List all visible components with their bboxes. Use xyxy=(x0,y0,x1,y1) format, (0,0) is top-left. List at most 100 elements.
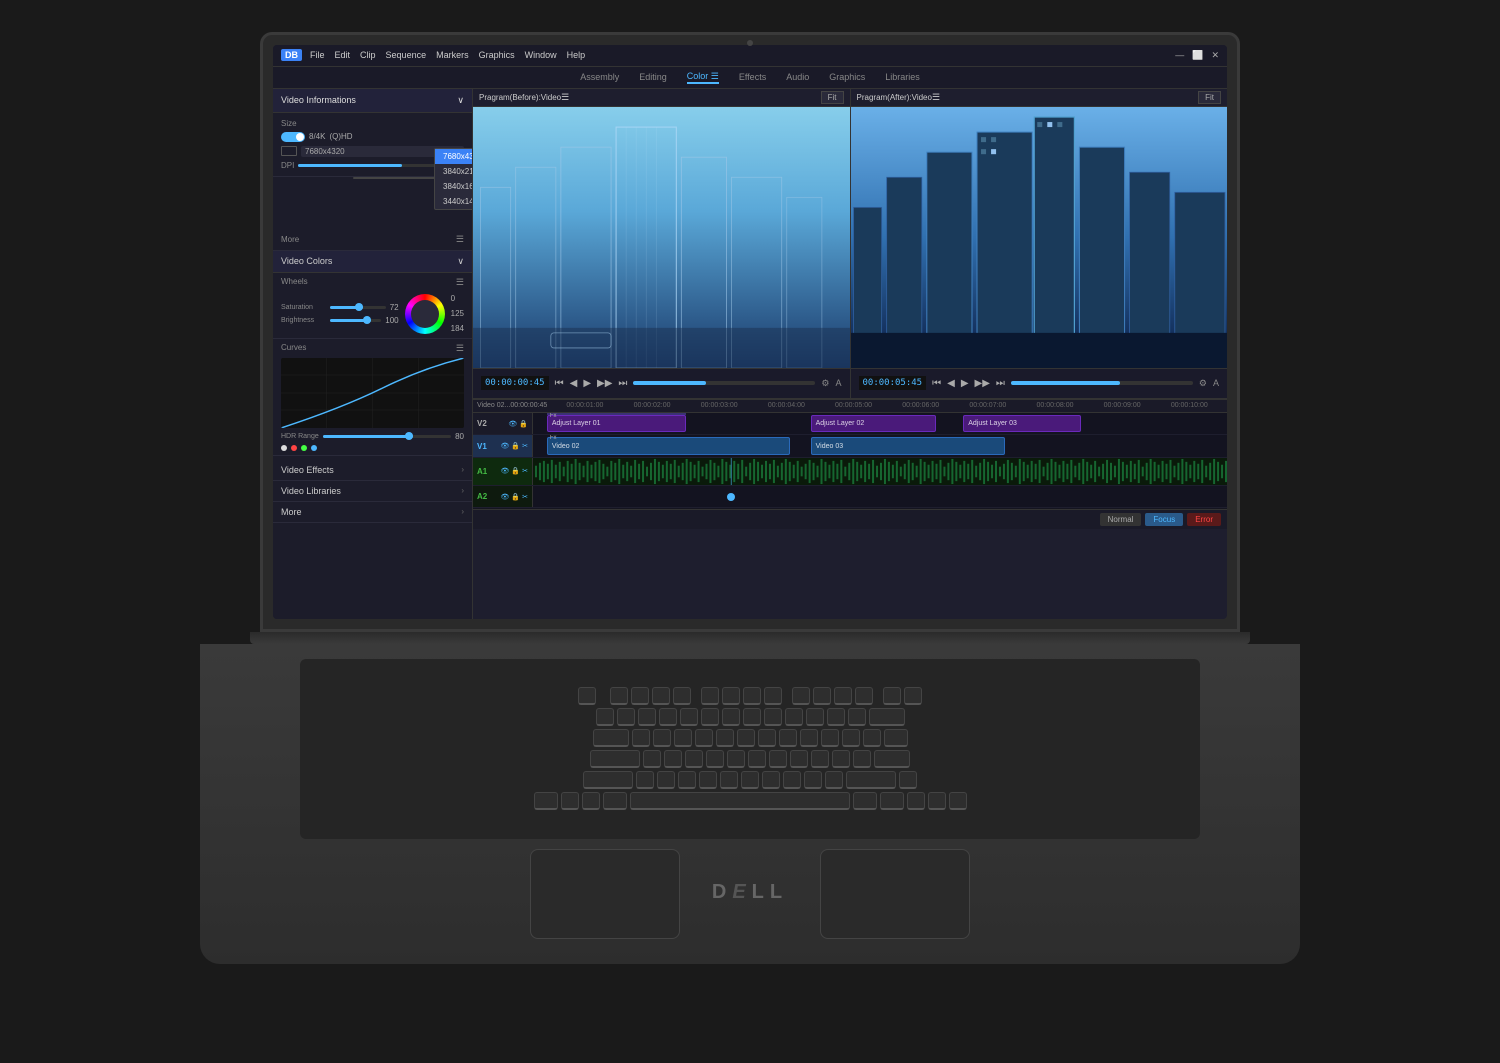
btn-next-left[interactable]: ▶▶ xyxy=(597,378,612,389)
key-rctrl[interactable] xyxy=(880,792,904,810)
key-e[interactable] xyxy=(674,729,692,747)
key-u[interactable] xyxy=(758,729,776,747)
settings-left[interactable]: ⚙ xyxy=(821,378,829,389)
key-q[interactable] xyxy=(632,729,650,747)
status-error[interactable]: Error xyxy=(1187,513,1221,526)
key-2[interactable] xyxy=(638,708,656,726)
btn-end-right[interactable]: ⏭ xyxy=(996,378,1005,389)
key-right[interactable] xyxy=(949,792,967,810)
key-del[interactable] xyxy=(883,687,901,705)
key-3[interactable] xyxy=(659,708,677,726)
key-f6[interactable] xyxy=(722,687,740,705)
lock-icon[interactable]: 🔒 xyxy=(519,420,528,428)
key-rshift[interactable] xyxy=(846,771,896,789)
key-x[interactable] xyxy=(657,771,675,789)
menu-file[interactable]: File xyxy=(310,50,325,60)
key-esc[interactable] xyxy=(578,687,596,705)
nav-video-libraries[interactable]: Video Libraries › xyxy=(273,481,472,502)
key-t[interactable] xyxy=(716,729,734,747)
clip-video-03[interactable]: Video 03 xyxy=(811,437,1005,454)
key-l[interactable] xyxy=(811,750,829,768)
key-f1[interactable] xyxy=(610,687,628,705)
key-v[interactable] xyxy=(699,771,717,789)
tab-color[interactable]: Color ☰ xyxy=(687,71,719,84)
tab-libraries[interactable]: Libraries xyxy=(885,72,920,82)
key-f5[interactable] xyxy=(701,687,719,705)
key-f7[interactable] xyxy=(743,687,761,705)
key-r[interactable] xyxy=(695,729,713,747)
key-left[interactable] xyxy=(907,792,925,810)
key-f3[interactable] xyxy=(652,687,670,705)
dropdown-item-4[interactable]: 3440x1440 xyxy=(435,194,473,209)
btn-prev-left[interactable]: ◀ xyxy=(570,378,578,389)
marker-right[interactable]: A xyxy=(1213,378,1219,388)
key-f[interactable] xyxy=(706,750,724,768)
key-h[interactable] xyxy=(748,750,766,768)
key-down[interactable] xyxy=(928,792,946,810)
key-f9[interactable] xyxy=(792,687,810,705)
video-info-header[interactable]: Video Informations ∨ xyxy=(273,89,472,113)
key-f10[interactable] xyxy=(813,687,831,705)
key-comma[interactable] xyxy=(783,771,801,789)
key-equals[interactable] xyxy=(848,708,866,726)
menu-clip[interactable]: Clip xyxy=(360,50,376,60)
key-4[interactable] xyxy=(680,708,698,726)
tab-graphics[interactable]: Graphics xyxy=(829,72,865,82)
dropdown-item-3[interactable]: 3840x1600 xyxy=(435,179,473,194)
key-ralt[interactable] xyxy=(853,792,877,810)
toggle-8k[interactable] xyxy=(281,132,305,142)
btn-play-left[interactable]: ▶ xyxy=(583,378,591,389)
key-k[interactable] xyxy=(790,750,808,768)
key-0[interactable] xyxy=(806,708,824,726)
key-5[interactable] xyxy=(701,708,719,726)
nav-more[interactable]: More › xyxy=(273,502,472,523)
more-menu-icon[interactable]: ☰ xyxy=(456,234,464,245)
key-1[interactable] xyxy=(617,708,635,726)
key-slash[interactable] xyxy=(825,771,843,789)
color-wheel[interactable] xyxy=(405,294,445,334)
key-w[interactable] xyxy=(653,729,671,747)
clip-video-02[interactable]: Video 02 xyxy=(547,437,790,454)
btn-prev-right[interactable]: ◀ xyxy=(947,378,955,389)
marker-left[interactable]: A xyxy=(835,378,841,388)
trackpad-right[interactable] xyxy=(820,849,970,939)
key-j[interactable] xyxy=(769,750,787,768)
dropdown-item-2[interactable]: 3840x2160 xyxy=(435,164,473,179)
eye-icon-a2[interactable]: 👁 xyxy=(501,493,510,501)
key-n[interactable] xyxy=(741,771,759,789)
key-z[interactable] xyxy=(636,771,654,789)
scissors-icon-v1[interactable]: ✂ xyxy=(522,442,528,450)
wheels-menu-icon[interactable]: ☰ xyxy=(456,277,464,290)
key-semi[interactable] xyxy=(832,750,850,768)
key-y[interactable] xyxy=(737,729,755,747)
monitor-right-fit[interactable]: Fit xyxy=(1198,91,1221,104)
lock-icon-a2[interactable]: 🔒 xyxy=(511,493,520,501)
key-up[interactable] xyxy=(899,771,917,789)
clip-adjust-layer-03[interactable]: Adjust Layer 03 xyxy=(963,415,1081,432)
key-period[interactable] xyxy=(804,771,822,789)
btn-end-left[interactable]: ⏭ xyxy=(618,378,627,389)
status-normal[interactable]: Normal xyxy=(1100,513,1142,526)
key-b[interactable] xyxy=(720,771,738,789)
minimize-button[interactable]: — xyxy=(1175,50,1184,61)
menu-help[interactable]: Help xyxy=(567,50,586,60)
lock-icon-v1[interactable]: 🔒 xyxy=(511,442,520,450)
btn-next-right[interactable]: ▶▶ xyxy=(975,378,990,389)
key-ins[interactable] xyxy=(904,687,922,705)
menu-graphics[interactable]: Graphics xyxy=(479,50,515,60)
eye-icon-v1[interactable]: 👁 xyxy=(501,442,510,450)
key-enter-top[interactable] xyxy=(884,729,908,747)
key-super[interactable] xyxy=(582,792,600,810)
maximize-button[interactable]: ⬜ xyxy=(1192,50,1203,61)
key-f4[interactable] xyxy=(673,687,691,705)
progress-right[interactable] xyxy=(1011,381,1193,385)
key-9[interactable] xyxy=(785,708,803,726)
key-backtick[interactable] xyxy=(596,708,614,726)
progress-left[interactable] xyxy=(633,381,815,385)
menu-sequence[interactable]: Sequence xyxy=(386,50,427,60)
key-7[interactable] xyxy=(743,708,761,726)
key-f11[interactable] xyxy=(834,687,852,705)
tab-editing[interactable]: Editing xyxy=(639,72,667,82)
close-button[interactable]: ✕ xyxy=(1211,50,1219,61)
key-enter[interactable] xyxy=(874,750,910,768)
